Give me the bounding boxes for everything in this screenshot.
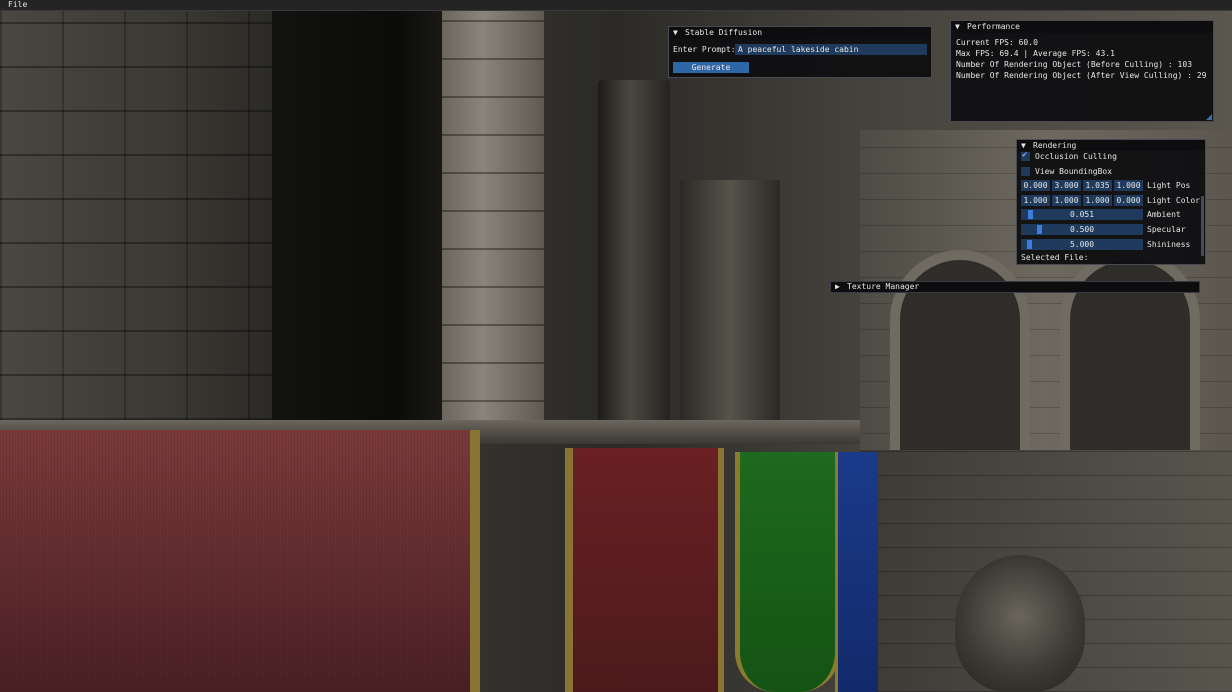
menu-file[interactable]: File [8, 0, 27, 10]
current-fps-text: Current FPS: 60.0 [956, 38, 1038, 47]
view-boundingbox-label: View BoundingBox [1035, 167, 1113, 176]
scene-pillar-base [680, 180, 780, 440]
specular-slider[interactable]: 0.500 [1021, 224, 1143, 235]
texture-manager-window: ▶ Texture Manager [830, 281, 1200, 293]
scene-red-drape [0, 430, 480, 692]
occlusion-culling-checkbox[interactable]: ✔ [1021, 150, 1030, 161]
texture-manager-titlebar[interactable]: ▶ Texture Manager [831, 282, 1199, 292]
view-boundingbox-checkbox[interactable] [1021, 167, 1030, 176]
light-pos-z-drag[interactable]: 1.035 [1083, 180, 1112, 191]
occlusion-culling-label: Occlusion Culling [1035, 152, 1117, 161]
scene-lion-head [955, 555, 1085, 692]
checkmark-icon: ✔ [1022, 150, 1028, 160]
ambient-slider[interactable]: 0.051 [1021, 209, 1143, 220]
prompt-label: Enter Prompt: [673, 45, 736, 54]
performance-window: ▼ Performance Current FPS: 60.0 Max FPS:… [950, 20, 1214, 122]
selected-file-label: Selected File: [1021, 253, 1089, 262]
scene-shadow-column [272, 10, 450, 430]
ambient-value: 0.051 [1069, 210, 1095, 219]
prompt-input[interactable]: A peaceful lakeside cabin [735, 44, 927, 55]
shininess-label: Shininess [1147, 240, 1191, 249]
collapse-arrow-icon[interactable]: ▼ [673, 27, 678, 39]
objects-after-culling-text: Number Of Rendering Object (After View C… [956, 71, 1207, 80]
expand-arrow-icon[interactable]: ▶ [835, 282, 840, 292]
light-pos-x-drag[interactable]: 0.000 [1021, 180, 1050, 191]
resize-grip-icon[interactable] [1206, 114, 1212, 120]
stable-diffusion-titlebar[interactable]: ▼ Stable Diffusion [669, 27, 931, 39]
specular-label: Specular [1147, 225, 1186, 234]
collapse-arrow-icon[interactable]: ▼ [955, 21, 960, 33]
scene-green-drape [735, 452, 840, 692]
rendering-titlebar[interactable]: ▼ Rendering [1017, 140, 1205, 151]
light-color-label: Light Color [1147, 196, 1200, 205]
rendering-window: ▼ Rendering ✔ Occlusion Culling View Bou… [1016, 139, 1206, 265]
scene-stone-wall [0, 10, 280, 420]
scrollbar[interactable] [1201, 196, 1204, 256]
window-title: Texture Manager [847, 282, 920, 291]
window-title: Rendering [1033, 141, 1077, 150]
light-pos-w-drag[interactable]: 1.000 [1114, 180, 1143, 191]
light-pos-y-drag[interactable]: 3.000 [1052, 180, 1081, 191]
scene-stone-column [442, 10, 544, 440]
stable-diffusion-window: ▼ Stable Diffusion Enter Prompt: A peace… [668, 26, 932, 78]
slider-grab[interactable] [1028, 210, 1033, 219]
menu-bar: File [0, 0, 1232, 11]
light-color-g-drag[interactable]: 1.000 [1052, 195, 1081, 206]
slider-grab[interactable] [1027, 240, 1032, 249]
light-color-r-drag[interactable]: 1.000 [1021, 195, 1050, 206]
fps-stats-text: Max FPS: 69.4 | Average FPS: 43.1 [956, 49, 1115, 58]
light-pos-label: Light Pos [1147, 181, 1191, 190]
objects-before-culling-text: Number Of Rendering Object (Before Culli… [956, 60, 1193, 69]
slider-grab[interactable] [1037, 225, 1042, 234]
scene-pillar [598, 80, 670, 440]
shininess-slider[interactable]: 5.000 [1021, 239, 1143, 250]
window-title: Performance [967, 22, 1020, 31]
light-color-b-drag[interactable]: 1.000 [1083, 195, 1112, 206]
shininess-value: 5.000 [1069, 240, 1095, 249]
specular-value: 0.500 [1069, 225, 1095, 234]
window-title: Stable Diffusion [685, 28, 763, 37]
generate-button[interactable]: Generate [673, 62, 749, 73]
performance-titlebar[interactable]: ▼ Performance [951, 21, 1213, 33]
ambient-label: Ambient [1147, 210, 1181, 219]
scene-red-drape [565, 448, 724, 692]
scene-blue-drape [835, 452, 878, 692]
light-color-a-drag[interactable]: 0.000 [1114, 195, 1143, 206]
